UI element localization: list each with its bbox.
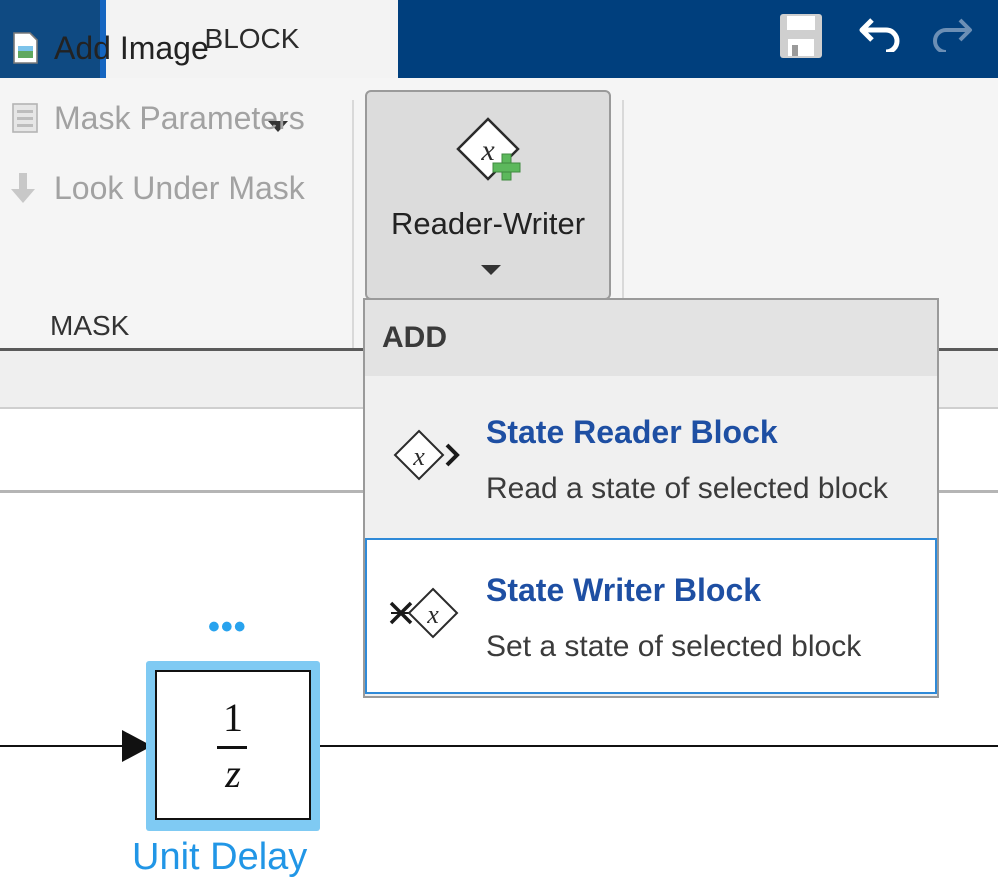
state-writer-description: Set a state of selected block [486,630,862,663]
save-icon[interactable] [778,12,824,60]
chevron-down-icon [481,265,501,275]
mask-group-label: MASK [50,310,130,341]
state-writer-icon: x [389,587,459,639]
unit-delay-block[interactable]: 1 z [155,670,311,820]
reader-writer-dropdown-menu: ADD x State Reader Block Read a state of… [363,298,939,698]
output-signal-line[interactable] [312,745,998,747]
menu-item-state-writer[interactable]: x State Writer Block Set a state of sele… [365,538,937,694]
reader-writer-button[interactable]: x Reader-Writer [365,90,611,300]
block-numerator: 1 [223,695,243,740]
tab-strip-right [398,0,998,78]
look-under-mask-button[interactable]: Look Under Mask [10,168,305,208]
menu-item-state-reader[interactable]: x State Reader Block Read a state of sel… [365,380,937,536]
fraction-bar [217,746,247,749]
block-action-ellipsis[interactable]: ••• [208,608,247,647]
state-reader-icon: x [393,429,460,481]
mask-parameters-button[interactable]: Mask Parameters [10,98,305,138]
add-image-button[interactable]: Add Image [10,28,209,68]
block-name-label[interactable]: Unit Delay [132,836,307,879]
mask-parameters-icon [12,103,38,133]
state-writer-title: State Writer Block [486,572,762,608]
state-reader-title: State Reader Block [486,414,778,450]
input-signal-line[interactable] [0,745,124,747]
group-separator [352,100,354,348]
menu-section-header: ADD [365,300,937,376]
reader-writer-label: Reader-Writer [390,206,586,241]
look-under-mask-label: Look Under Mask [54,169,305,206]
add-image-icon [13,32,38,64]
reader-writer-add-icon: x [456,117,521,181]
add-image-label: Add Image [54,29,209,66]
svg-text:x: x [480,134,495,167]
redo-icon[interactable] [930,12,974,52]
mask-parameters-label: Mask Parameters [54,99,305,136]
look-under-mask-icon [11,173,35,203]
undo-icon[interactable] [858,12,904,52]
block-denominator: z [225,751,241,796]
svg-text:x: x [426,600,439,629]
state-reader-description: Read a state of selected block [486,472,888,505]
svg-text:x: x [412,442,425,471]
